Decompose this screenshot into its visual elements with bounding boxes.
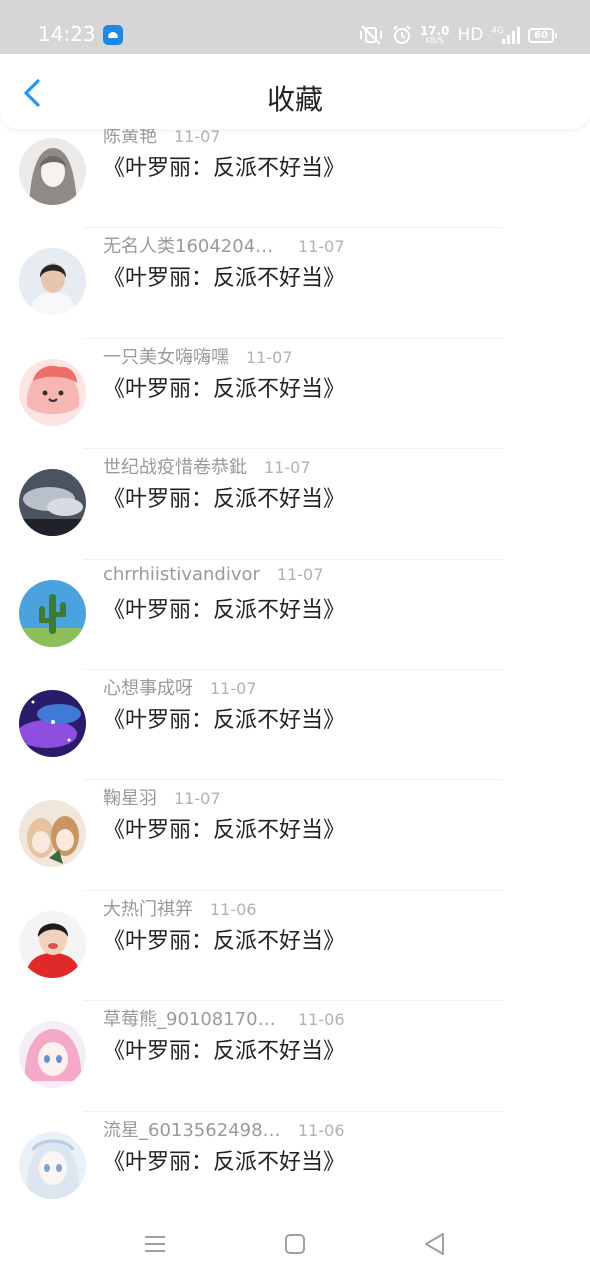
user-avatar[interactable]	[19, 469, 86, 537]
favorite-list-item[interactable]: 世纪战疫惜卷恭鈚 11-07 《叶罗丽：反派不好当》	[0, 449, 590, 560]
favorite-list-item[interactable]: 无名人类1604204… 11-07 《叶罗丽：反派不好当》	[0, 228, 590, 339]
user-name: 心想事成呀	[103, 677, 193, 699]
post-date: 11-07	[174, 127, 221, 146]
user-line: 世纪战疫惜卷恭鈚 11-07	[103, 453, 311, 479]
favorite-list-item[interactable]: 流星_6013562498… 11-06 《叶罗丽：反派不好当》	[0, 1112, 590, 1204]
favorite-title[interactable]: 《叶罗丽：反派不好当》	[103, 1033, 345, 1065]
user-name: 鞠星羽	[103, 788, 157, 810]
user-avatar[interactable]	[19, 248, 86, 316]
post-date: 11-07	[174, 789, 221, 809]
post-date: 11-06	[210, 899, 257, 919]
favorite-title[interactable]: 《叶罗丽：反派不好当》	[103, 923, 345, 955]
user-avatar[interactable]	[19, 800, 86, 868]
user-line: 无名人类1604204… 11-07	[103, 232, 345, 258]
user-avatar[interactable]	[19, 358, 86, 426]
hd-indicator: HD	[457, 25, 484, 45]
user-avatar[interactable]	[19, 138, 86, 205]
user-avatar[interactable]	[19, 910, 86, 978]
favorite-title[interactable]: 《叶罗丽：反派不好当》	[103, 371, 345, 403]
favorite-title[interactable]: 《叶罗丽：反派不好当》	[103, 1144, 345, 1176]
post-date: 11-07	[210, 678, 257, 698]
status-icons: 17.0 KB/S HD 4G 60	[358, 22, 557, 48]
user-line: 大热门祺笄 11-06	[103, 895, 257, 921]
favorite-list-item[interactable]: chrrhiistivandivor 11-07 《叶罗丽：反派不好当》	[0, 560, 590, 670]
user-name: 草莓熊_90108170…	[103, 1009, 276, 1031]
page-title: 收藏	[266, 83, 323, 116]
user-line: 陈黄艳 11-07	[103, 126, 221, 148]
app-header: 收藏	[0, 54, 590, 129]
network-speed: 17.0 KB/S	[420, 25, 450, 45]
navigation-bar	[0, 1205, 590, 1280]
favorite-title[interactable]: 《叶罗丽：反派不好当》	[103, 481, 345, 513]
user-line: chrrhiistivandivor 11-07	[103, 564, 323, 585]
status-bar: 14:23 17.0 KB/S HD 4G 60	[0, 0, 590, 54]
user-name: 世纪战疫惜卷恭鈚	[103, 457, 247, 479]
battery-icon: 60	[528, 27, 557, 43]
user-line: 流星_6013562498… 11-06	[103, 1116, 345, 1142]
favorite-list-item[interactable]: 一只美女嗨嗨嘿 11-07 《叶罗丽：反派不好当》	[0, 339, 590, 450]
favorite-title[interactable]: 《叶罗丽：反派不好当》	[103, 702, 345, 734]
alarm-icon	[393, 25, 411, 44]
post-date: 11-06	[298, 1120, 345, 1140]
user-name: chrrhiistivandivor	[103, 563, 260, 585]
favorites-list: 陈黄艳 11-07 《叶罗丽：反派不好当》 无名人类1604204… 11-07 《叶罗丽…	[0, 126, 590, 1204]
user-name: 无名人类1604204…	[103, 236, 274, 258]
favorite-list-item[interactable]: 陈黄艳 11-07 《叶罗丽：反派不好当》	[0, 126, 590, 229]
user-name: 一只美女嗨嗨嘿	[103, 346, 229, 368]
post-date: 11-07	[298, 237, 345, 257]
favorite-title[interactable]: 《叶罗丽：反派不好当》	[103, 260, 345, 292]
user-avatar[interactable]	[19, 1131, 86, 1199]
post-date: 11-07	[264, 458, 311, 478]
favorite-list-item[interactable]: 大热门祺笄 11-06 《叶罗丽：反派不好当》	[0, 891, 590, 1002]
user-name: 大热门祺笄	[103, 898, 193, 920]
favorite-title[interactable]: 《叶罗丽：反派不好当》	[103, 812, 345, 844]
favorite-list-item[interactable]: 鞠星羽 11-07 《叶罗丽：反派不好当》	[0, 780, 590, 891]
user-name: 流星_6013562498…	[103, 1119, 281, 1141]
signal-icon: 4G	[491, 26, 520, 44]
favorite-list-item[interactable]: 心想事成呀 11-07 《叶罗丽：反派不好当》	[0, 670, 590, 781]
status-time: 14:23	[38, 22, 96, 46]
post-date: 11-07	[276, 564, 324, 584]
back-triangle-icon[interactable]	[422, 1231, 448, 1257]
user-avatar[interactable]	[19, 1021, 86, 1089]
user-line: 鞠星羽 11-07	[103, 784, 221, 810]
network-type: 4G	[491, 26, 504, 36]
user-line: 草莓熊_90108170… 11-06	[103, 1005, 345, 1031]
user-line: 心想事成呀 11-07	[103, 674, 257, 700]
user-name: 陈黄艳	[103, 126, 157, 147]
net-speed-unit: KB/S	[425, 36, 444, 45]
home-square-icon[interactable]	[282, 1231, 308, 1257]
user-line: 一只美女嗨嗨嘿 11-07	[103, 343, 293, 369]
user-avatar[interactable]	[19, 579, 86, 647]
post-date: 11-06	[298, 1010, 345, 1030]
favorite-list-item[interactable]: 草莓熊_90108170… 11-06 《叶罗丽：反派不好当》	[0, 1001, 590, 1112]
android-app-icon	[103, 25, 123, 45]
user-avatar[interactable]	[19, 689, 86, 757]
menu-icon[interactable]	[142, 1231, 168, 1257]
favorite-title[interactable]: 《叶罗丽：反派不好当》	[103, 150, 345, 182]
battery-level: 60	[534, 29, 548, 41]
vibrate-off-icon	[359, 25, 382, 45]
favorite-title[interactable]: 《叶罗丽：反派不好当》	[103, 592, 345, 624]
post-date: 11-07	[246, 347, 293, 367]
